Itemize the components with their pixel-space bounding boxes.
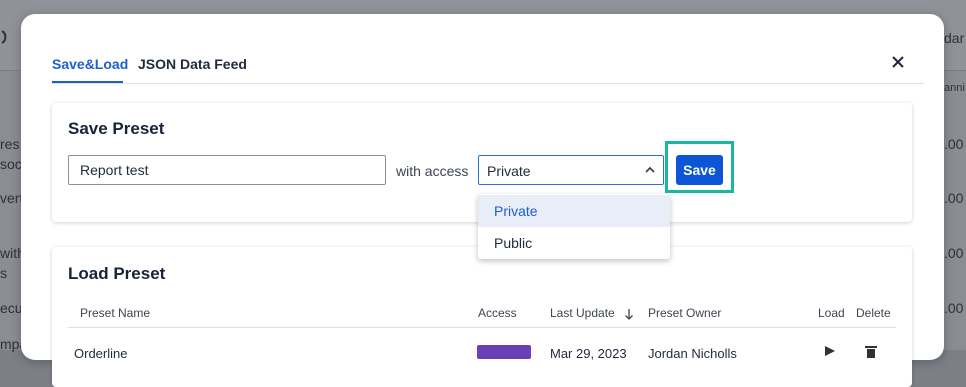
background-fragment: s	[0, 265, 7, 281]
save-preset-title: Save Preset	[68, 119, 165, 138]
background-header-right-text: anni	[944, 82, 965, 94]
column-header-preset-name[interactable]: Preset Name	[80, 306, 150, 320]
chevron-up-icon	[645, 166, 655, 173]
sort-arrow-down-icon[interactable]	[624, 308, 634, 321]
access-select-value: Private	[487, 163, 531, 179]
load-preset-card: Load Preset Preset Name Access Last Upda…	[52, 247, 912, 387]
dropdown-option-private[interactable]: Private	[478, 195, 670, 227]
background-fragment: res	[0, 136, 20, 152]
column-header-preset-owner[interactable]: Preset Owner	[648, 306, 721, 320]
background-value: .00	[944, 300, 964, 316]
background-value: .00	[944, 136, 964, 152]
preset-name-cell: Orderline	[74, 346, 128, 361]
load-preset-title: Load Preset	[68, 264, 166, 283]
preset-name-input[interactable]	[68, 155, 386, 185]
last-update-cell: Mar 29, 2023	[550, 346, 627, 361]
with-access-label: with access	[396, 163, 469, 179]
background-value: .00	[944, 190, 964, 206]
background-top-right-text: dar	[944, 30, 965, 46]
preset-owner-cell: Jordan Nicholls	[648, 346, 737, 361]
tab-save-load[interactable]: Save&Load	[52, 56, 128, 72]
modal-tabs: Save&Load JSON Data Feed	[52, 54, 924, 84]
access-select[interactable]: Private	[478, 155, 664, 185]
access-badge	[477, 345, 531, 359]
active-tab-indicator	[52, 81, 123, 83]
tab-json-data-feed[interactable]: JSON Data Feed	[138, 56, 247, 72]
column-header-delete: Delete	[856, 306, 891, 320]
column-header-last-update[interactable]: Last Update	[550, 306, 615, 320]
background-fragment: vert	[0, 190, 24, 206]
column-header-load: Load	[818, 306, 845, 320]
save-button[interactable]: Save	[676, 155, 723, 185]
dropdown-option-public[interactable]: Public	[478, 227, 670, 259]
table-header-divider	[68, 327, 896, 328]
column-header-access[interactable]: Access	[478, 306, 517, 320]
close-icon[interactable]	[887, 51, 909, 73]
play-icon[interactable]	[824, 345, 836, 357]
refresh-icon	[1, 30, 7, 44]
background-value: .00	[944, 245, 964, 261]
preset-modal: Save&Load JSON Data Feed Save Preset wit…	[21, 14, 944, 387]
trash-icon[interactable]	[864, 344, 878, 358]
access-dropdown-menu: Private Public	[478, 194, 670, 259]
background-fragment: soc	[0, 156, 22, 172]
